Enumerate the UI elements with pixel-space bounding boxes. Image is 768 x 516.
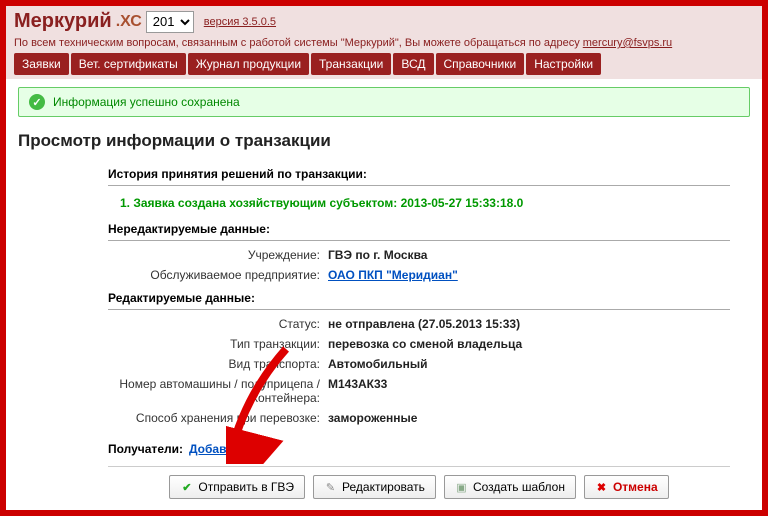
tab-settings[interactable]: Настройки [526, 53, 601, 75]
pencil-icon: ✎ [324, 481, 337, 494]
close-icon: ✖ [595, 481, 608, 494]
create-template-button[interactable]: ▣ Создать шаблон [444, 475, 576, 499]
status-value: не отправлена (27.05.2013 15:33) [328, 317, 520, 331]
success-banner: ✓ Информация успешно сохранена [18, 87, 750, 117]
transport-value: Автомобильный [328, 357, 428, 371]
divider [108, 185, 730, 186]
divider [108, 309, 730, 310]
logo-main: Меркурий [14, 10, 112, 33]
tab-requests[interactable]: Заявки [14, 53, 69, 75]
vehicle-value: М143АК33 [328, 377, 387, 391]
version-label: версия 3.5.0.5 [204, 16, 276, 28]
status-label: Статус: [108, 317, 328, 331]
page-title: Просмотр информации о транзакции [18, 131, 750, 151]
support-email-link[interactable]: mercury@fsvps.ru [583, 37, 672, 49]
enterprise-link[interactable]: ОАО ПКП "Меридиан" [328, 268, 458, 282]
institution-label: Учреждение: [108, 248, 328, 262]
tab-product-log[interactable]: Журнал продукции [188, 53, 309, 75]
vehicle-label: Номер автомашины / полуприцепа / контейн… [108, 377, 328, 405]
success-icon: ✓ [29, 94, 45, 110]
support-info: По всем техническим вопросам, связанным … [6, 35, 762, 53]
check-icon: ✔ [180, 481, 193, 494]
history-section-title: История принятия решений по транзакции: [108, 167, 730, 181]
recipients-label: Получатели: [108, 442, 183, 456]
logo-sub: .ХС [116, 13, 142, 31]
tab-vsd[interactable]: ВСД [393, 53, 433, 75]
template-icon: ▣ [455, 481, 468, 494]
year-select[interactable]: 201 [146, 11, 194, 33]
success-text: Информация успешно сохранена [53, 95, 240, 109]
cancel-button[interactable]: ✖ Отмена [584, 475, 669, 499]
noneditable-section-title: Нередактируемые данные: [108, 222, 730, 236]
enterprise-label: Обслуживаемое предприятие: [108, 268, 328, 282]
tab-reference[interactable]: Справочники [436, 53, 525, 75]
institution-value: ГВЭ по г. Москва [328, 248, 427, 262]
tab-vet-certs[interactable]: Вет. сертификаты [71, 53, 186, 75]
divider [108, 240, 730, 241]
tab-transactions[interactable]: Транзакции [311, 53, 391, 75]
editable-section-title: Редактируемые данные: [108, 291, 730, 305]
add-recipient-link[interactable]: Добавить [189, 442, 247, 456]
edit-button[interactable]: ✎ Редактировать [313, 475, 436, 499]
transport-label: Вид транспорта: [108, 357, 328, 371]
storage-value: замороженные [328, 411, 417, 425]
storage-label: Способ хранения при перевозке: [108, 411, 328, 425]
type-label: Тип транзакции: [108, 337, 328, 351]
history-item: 1. Заявка создана хозяйствующим субъекто… [108, 190, 730, 216]
type-value: перевозка со сменой владельца [328, 337, 522, 351]
send-button[interactable]: ✔ Отправить в ГВЭ [169, 475, 305, 499]
